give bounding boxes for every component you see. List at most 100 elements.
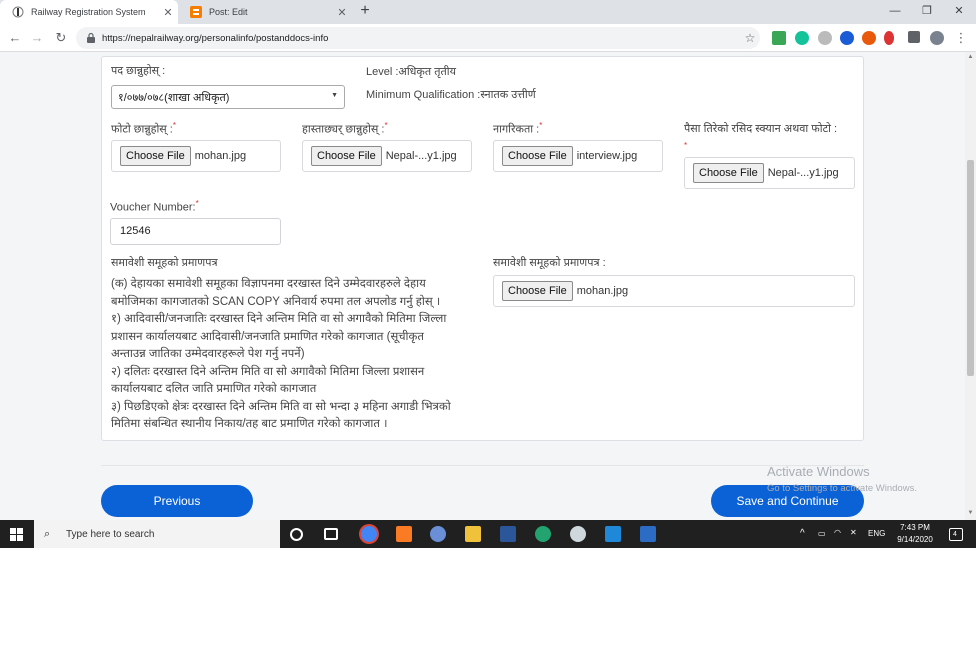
address-bar[interactable]: https://nepalrailway.org/personalinfo/po… — [76, 27, 760, 49]
tray-chevron-icon[interactable]: ^ — [800, 528, 805, 539]
photo-file-input[interactable]: Choose File mohan.jpg — [111, 140, 281, 172]
required-asterisk: * — [684, 141, 688, 150]
cortana-circle-icon[interactable] — [290, 528, 303, 541]
reload-icon[interactable]: ↻ — [52, 29, 70, 47]
extensions-puzzle-icon[interactable] — [908, 31, 920, 43]
taskbar-search-box[interactable]: ⌕ Type here to search — [34, 520, 280, 548]
payment-receipt-file-input[interactable]: Choose File Nepal-...y1.jpg — [684, 157, 855, 189]
edge-taskbar-icon[interactable] — [535, 526, 551, 542]
blogger-favicon-icon — [190, 6, 202, 18]
voucher-number-input[interactable]: 12546 — [110, 218, 281, 245]
extension-moon-icon[interactable] — [818, 31, 832, 45]
page-scrollbar[interactable]: ▲ ▼ — [965, 52, 976, 520]
railway-favicon-icon — [12, 6, 24, 18]
choose-file-button[interactable]: Choose File — [693, 163, 764, 183]
extension-fire-icon[interactable] — [862, 31, 876, 45]
xampp-taskbar-icon[interactable] — [396, 526, 412, 542]
instruction-line: १) आदिवासी/जनजातिः दरखास्त दिने अन्तिम म… — [111, 313, 447, 325]
chrome-taskbar-icon[interactable] — [361, 526, 377, 542]
choose-file-button[interactable]: Choose File — [120, 146, 191, 166]
windows-start-icon[interactable] — [10, 528, 23, 541]
documents-form-card: पद छान्नुहोस् : १/०७७/०७८(शाखा अधिकृत) ▼… — [101, 56, 864, 441]
selected-file-name: mohan.jpg — [576, 285, 629, 297]
forward-arrow-icon[interactable]: → — [28, 29, 46, 47]
minimum-qualification-text: Minimum Qualification :स्नातक उत्तीर्ण — [366, 89, 536, 101]
inclusive-upload-label: समावेशी समूहको प्रमाणपत्र : — [493, 257, 606, 269]
previous-button[interactable]: Previous — [101, 485, 253, 517]
signature-upload-label: हास्ताछ्यर् छान्नुहोस् :* — [302, 121, 388, 136]
profile-avatar[interactable] — [930, 31, 944, 45]
scroll-up-arrow-icon[interactable]: ▲ — [967, 54, 974, 62]
instruction-line: (क) देहायका समावेशी समूहका विज्ञापनमा दर… — [111, 278, 426, 290]
signature-file-input[interactable]: Choose File Nepal-...y1.jpg — [302, 140, 472, 172]
tab-title: Railway Registration System — [31, 7, 146, 17]
file-explorer-icon[interactable] — [465, 526, 481, 542]
choose-file-button[interactable]: Choose File — [502, 281, 573, 301]
required-asterisk: * — [539, 121, 543, 130]
required-asterisk: * — [195, 199, 199, 208]
bookmark-star-icon[interactable]: ☆ — [740, 31, 760, 45]
instruction-line: २) दलितः दरखास्त दिने अन्तिम मिति वा सो … — [111, 365, 425, 378]
instruction-line: कार्यालयबाट दलित जाति प्रमाणित गरेको काग… — [111, 383, 317, 395]
required-asterisk: * — [172, 121, 176, 130]
photos-taskbar-icon[interactable] — [640, 526, 656, 542]
menu-dots-icon[interactable]: ⋮ — [952, 29, 970, 47]
battery-icon[interactable]: ▭ — [818, 529, 826, 538]
instruction-line: बमोजिमका कागजातको SCAN COPY अनिवार्य रुप… — [111, 295, 441, 308]
app-cloud-taskbar-icon[interactable] — [570, 526, 586, 542]
new-tab-button[interactable]: + — [356, 2, 374, 20]
extension-pin-icon[interactable] — [884, 31, 894, 45]
lock-icon — [87, 32, 95, 43]
inclusive-group-instructions: (क) देहायका समावेशी समूहका विज्ञापनमा दर… — [111, 276, 477, 434]
volume-icon[interactable]: ✕ — [850, 528, 857, 537]
tab-close-icon[interactable]: ✕ — [158, 6, 178, 19]
wifi-icon[interactable]: ◠ — [834, 528, 841, 537]
instruction-line: प्रशासन कार्यालयबाट आदिवासी/जनजाति प्रमा… — [111, 330, 424, 343]
inclusive-group-heading: समावेशी समूहको प्रमाणपत्र — [111, 257, 218, 269]
windows-taskbar: ⌕ Type here to search ^ ▭ ◠ ✕ ENG 7:43 P… — [0, 520, 976, 548]
post-select-label: पद छान्नुहोस् : — [111, 65, 166, 77]
vscode-taskbar-icon[interactable] — [605, 526, 621, 542]
tab-close-icon[interactable]: ✕ — [332, 6, 352, 19]
app-taskbar-icon[interactable] — [430, 526, 446, 542]
choose-file-button[interactable]: Choose File — [502, 146, 573, 166]
close-window-button[interactable]: ✕ — [944, 0, 974, 22]
voucher-number-label: Voucher Number:* — [110, 199, 199, 214]
citizenship-file-input[interactable]: Choose File interview.jpg — [493, 140, 663, 172]
dropdown-caret-icon: ▼ — [331, 92, 338, 99]
extension-grammarly-icon[interactable] — [795, 31, 809, 45]
scrollbar-thumb[interactable] — [967, 160, 974, 376]
tab-title: Post: Edit — [209, 7, 248, 17]
inclusive-certificate-file-input[interactable]: Choose File mohan.jpg — [493, 275, 855, 307]
tab-railway-registration[interactable]: Railway Registration System ✕ — [0, 0, 178, 24]
selected-file-name: interview.jpg — [576, 150, 638, 162]
citizenship-upload-label: नागरिकता :* — [493, 121, 543, 136]
selected-file-name: Nepal-...y1.jpg — [385, 150, 457, 162]
word-taskbar-icon[interactable] — [500, 526, 516, 542]
instruction-line: ३) पिछडिएको क्षेत्रः दरखास्त दिने अन्तिम… — [111, 400, 451, 413]
extension-shield-icon[interactable] — [840, 31, 854, 45]
browser-toolbar: ← → ↻ https://nepalrailway.org/personali… — [0, 24, 976, 52]
tab-post-edit[interactable]: Post: Edit ✕ — [178, 0, 352, 24]
post-select-value: १/०७७/०७८(शाखा अधिकृत) — [118, 92, 230, 104]
required-asterisk: * — [384, 121, 388, 130]
language-indicator[interactable]: ENG — [868, 529, 885, 538]
notification-count-badge: 4 — [953, 531, 957, 538]
section-divider — [101, 465, 864, 466]
payment-receipt-upload-label: पैसा तिरेको रसिद स्क्यान अथवा फोटो : — [684, 123, 838, 135]
post-select[interactable]: १/०७७/०७८(शाखा अधिकृत) ▼ — [111, 85, 345, 109]
back-arrow-icon[interactable]: ← — [6, 29, 24, 47]
selected-file-name: mohan.jpg — [194, 150, 247, 162]
activate-windows-watermark: Activate Windows — [767, 464, 870, 479]
selected-file-name: Nepal-...y1.jpg — [767, 167, 839, 179]
task-view-icon[interactable] — [324, 528, 338, 540]
extension-drive-icon[interactable] — [772, 31, 786, 45]
scroll-down-arrow-icon[interactable]: ▼ — [967, 510, 974, 518]
clock-date[interactable]: 9/14/2020 — [893, 535, 937, 544]
choose-file-button[interactable]: Choose File — [311, 146, 382, 166]
instruction-line: अन्ताउन्न जातिका उम्मेदवारहरूले पेश गर्न… — [111, 348, 305, 360]
search-icon: ⌕ — [44, 527, 51, 540]
clock-time[interactable]: 7:43 PM — [895, 523, 935, 532]
minimize-button[interactable]: — — [880, 0, 910, 22]
restore-button[interactable]: ❐ — [912, 0, 942, 22]
